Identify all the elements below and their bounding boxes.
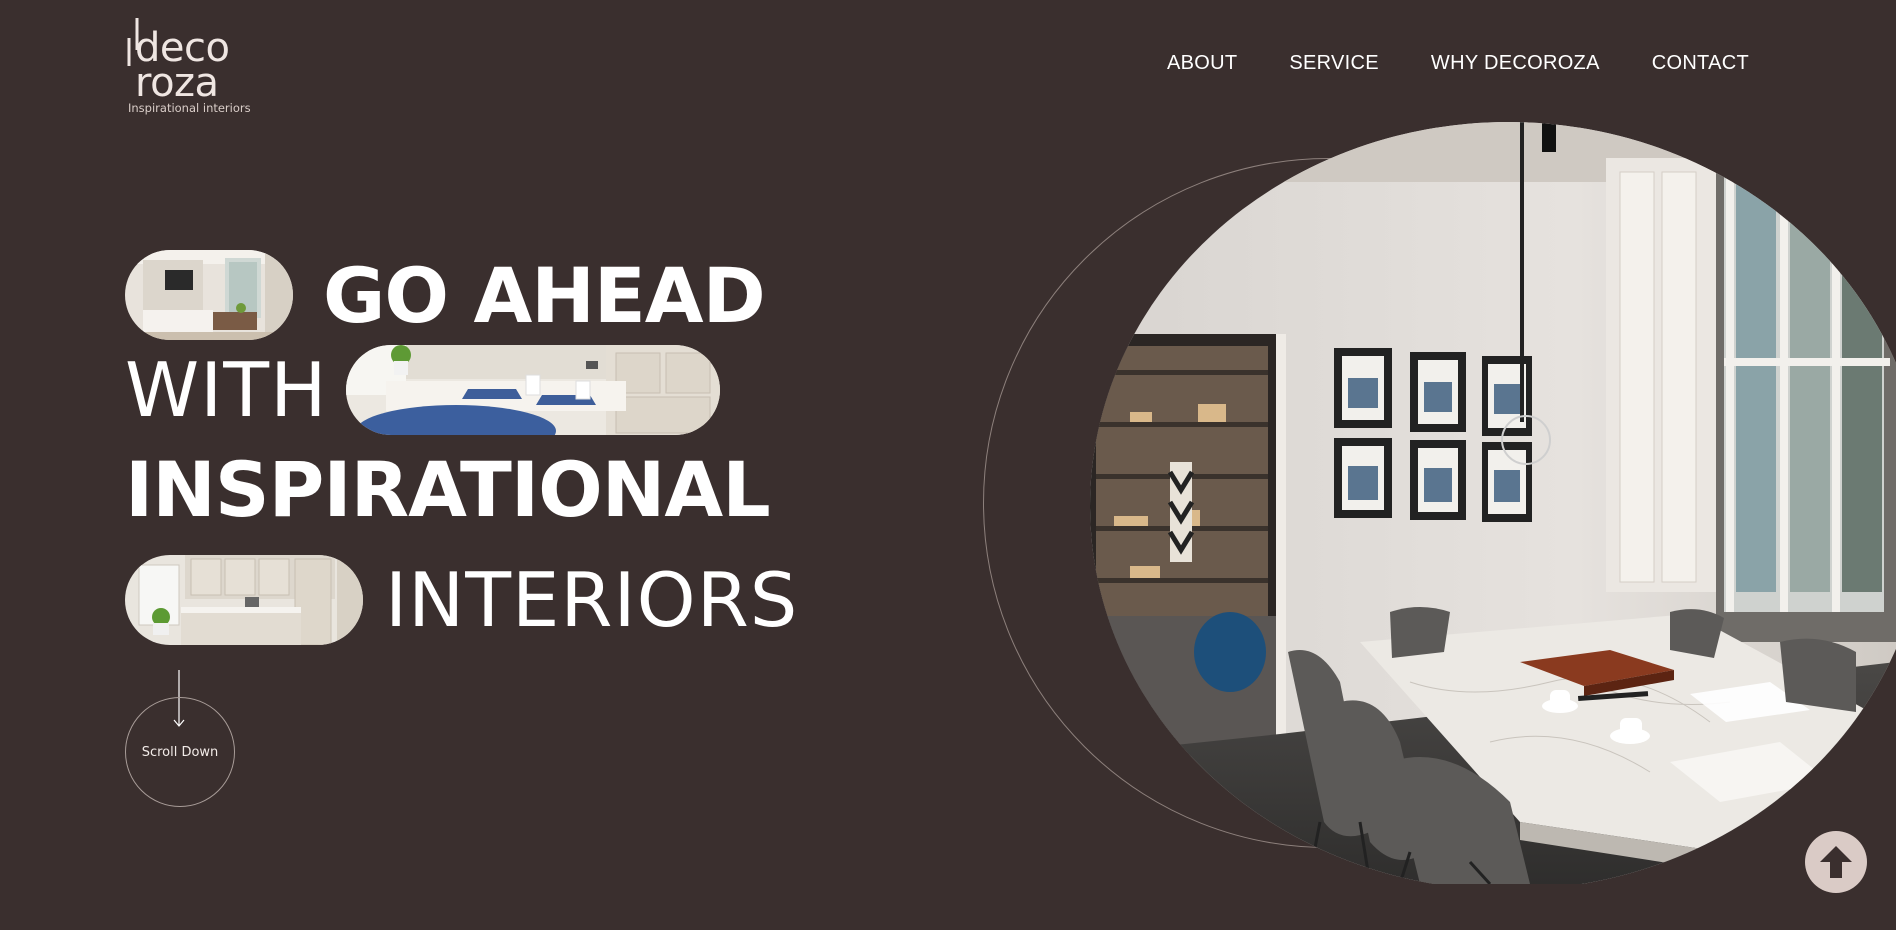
- main-nav: ABOUT SERVICE WHY DECOROZA CONTACT: [1167, 52, 1749, 75]
- headline-line-4: INTERIORS: [125, 555, 798, 645]
- logo-text-bottom: roza: [135, 60, 219, 106]
- nav-service[interactable]: SERVICE: [1289, 52, 1379, 75]
- living-room-thumbnail: [125, 250, 293, 340]
- scroll-down-label: Scroll Down: [141, 744, 219, 760]
- headline-interiors: INTERIORS: [385, 556, 799, 644]
- nav-why-decoroza[interactable]: WHY DECOROZA: [1431, 52, 1600, 75]
- nav-about[interactable]: ABOUT: [1167, 52, 1237, 75]
- headline-line-3: INSPIRATIONAL: [125, 442, 771, 537]
- white-kitchen-thumbnail: [125, 555, 363, 645]
- back-to-top-button[interactable]: [1805, 831, 1867, 893]
- logo-tagline: Inspirational interiors: [128, 101, 251, 115]
- nav-contact[interactable]: CONTACT: [1652, 52, 1749, 75]
- meeting-room-photo: [1090, 122, 1896, 884]
- headline-line-1: GO AHEAD: [125, 250, 766, 340]
- logo[interactable]: deco roza Inspirational interiors: [127, 16, 257, 116]
- headline-with: WITH: [125, 346, 328, 434]
- arrow-up-icon: [1820, 846, 1852, 878]
- scroll-down-button[interactable]: Scroll Down: [125, 697, 235, 807]
- headline-go-ahead: GO AHEAD: [323, 250, 766, 340]
- kitchen-dining-thumbnail: [345, 345, 720, 435]
- headline-inspirational: INSPIRATIONAL: [125, 445, 771, 534]
- headline-line-2: WITH: [125, 345, 720, 435]
